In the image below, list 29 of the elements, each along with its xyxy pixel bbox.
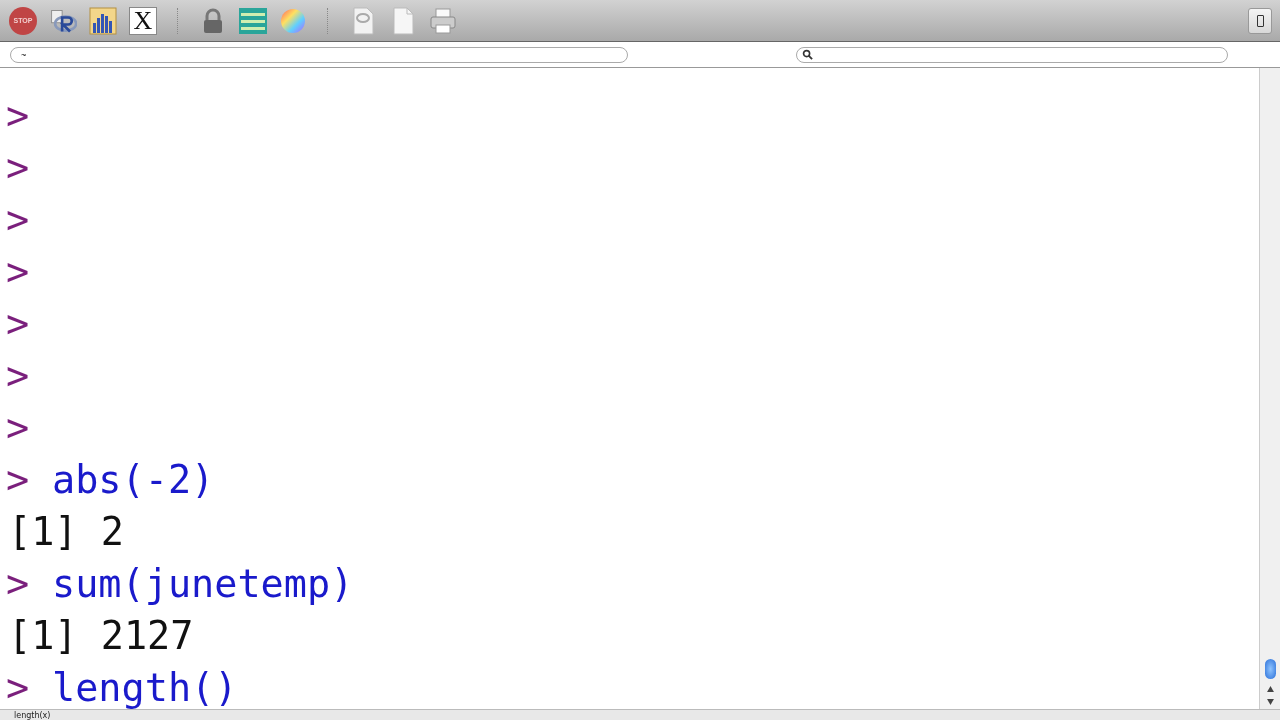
color-wheel-icon[interactable] <box>279 6 307 35</box>
scroll-up-arrow-icon[interactable] <box>1266 686 1274 692</box>
path-field[interactable]: ~ <box>10 46 628 63</box>
prompt-symbol: > <box>6 92 31 140</box>
chart-icon[interactable] <box>89 6 117 35</box>
prompt-symbol: > <box>6 196 31 244</box>
prompt-symbol: > <box>6 248 31 296</box>
prompt-symbol: > <box>6 352 31 400</box>
prompt-symbol: > <box>6 456 31 504</box>
printer-icon[interactable] <box>429 6 457 35</box>
status-text: length(x) <box>14 710 51 720</box>
scrollbar[interactable] <box>1259 68 1280 709</box>
scroll-down-arrow-icon[interactable] <box>1266 699 1274 705</box>
prompt-symbol: > <box>6 560 31 608</box>
prompt-symbol: > <box>6 144 31 192</box>
command-text: abs(-2) <box>52 456 215 504</box>
prompt-symbol: > <box>6 664 31 709</box>
scroll-thumb[interactable] <box>1264 659 1276 679</box>
x-button[interactable]: X <box>129 6 157 35</box>
prompt-symbol: > <box>6 404 31 452</box>
toolbar-toggle-button[interactable] <box>1248 7 1272 34</box>
search-field[interactable] <box>796 46 1228 63</box>
command-text: length() <box>52 664 238 709</box>
prompt-symbol: > <box>6 300 31 348</box>
search-icon <box>802 49 813 60</box>
data-editor-icon[interactable] <box>239 6 267 35</box>
command-text: sum(junetemp) <box>52 560 354 608</box>
output-text: [1] 2 <box>8 508 124 556</box>
output-text: [1] 2127 <box>8 612 194 660</box>
